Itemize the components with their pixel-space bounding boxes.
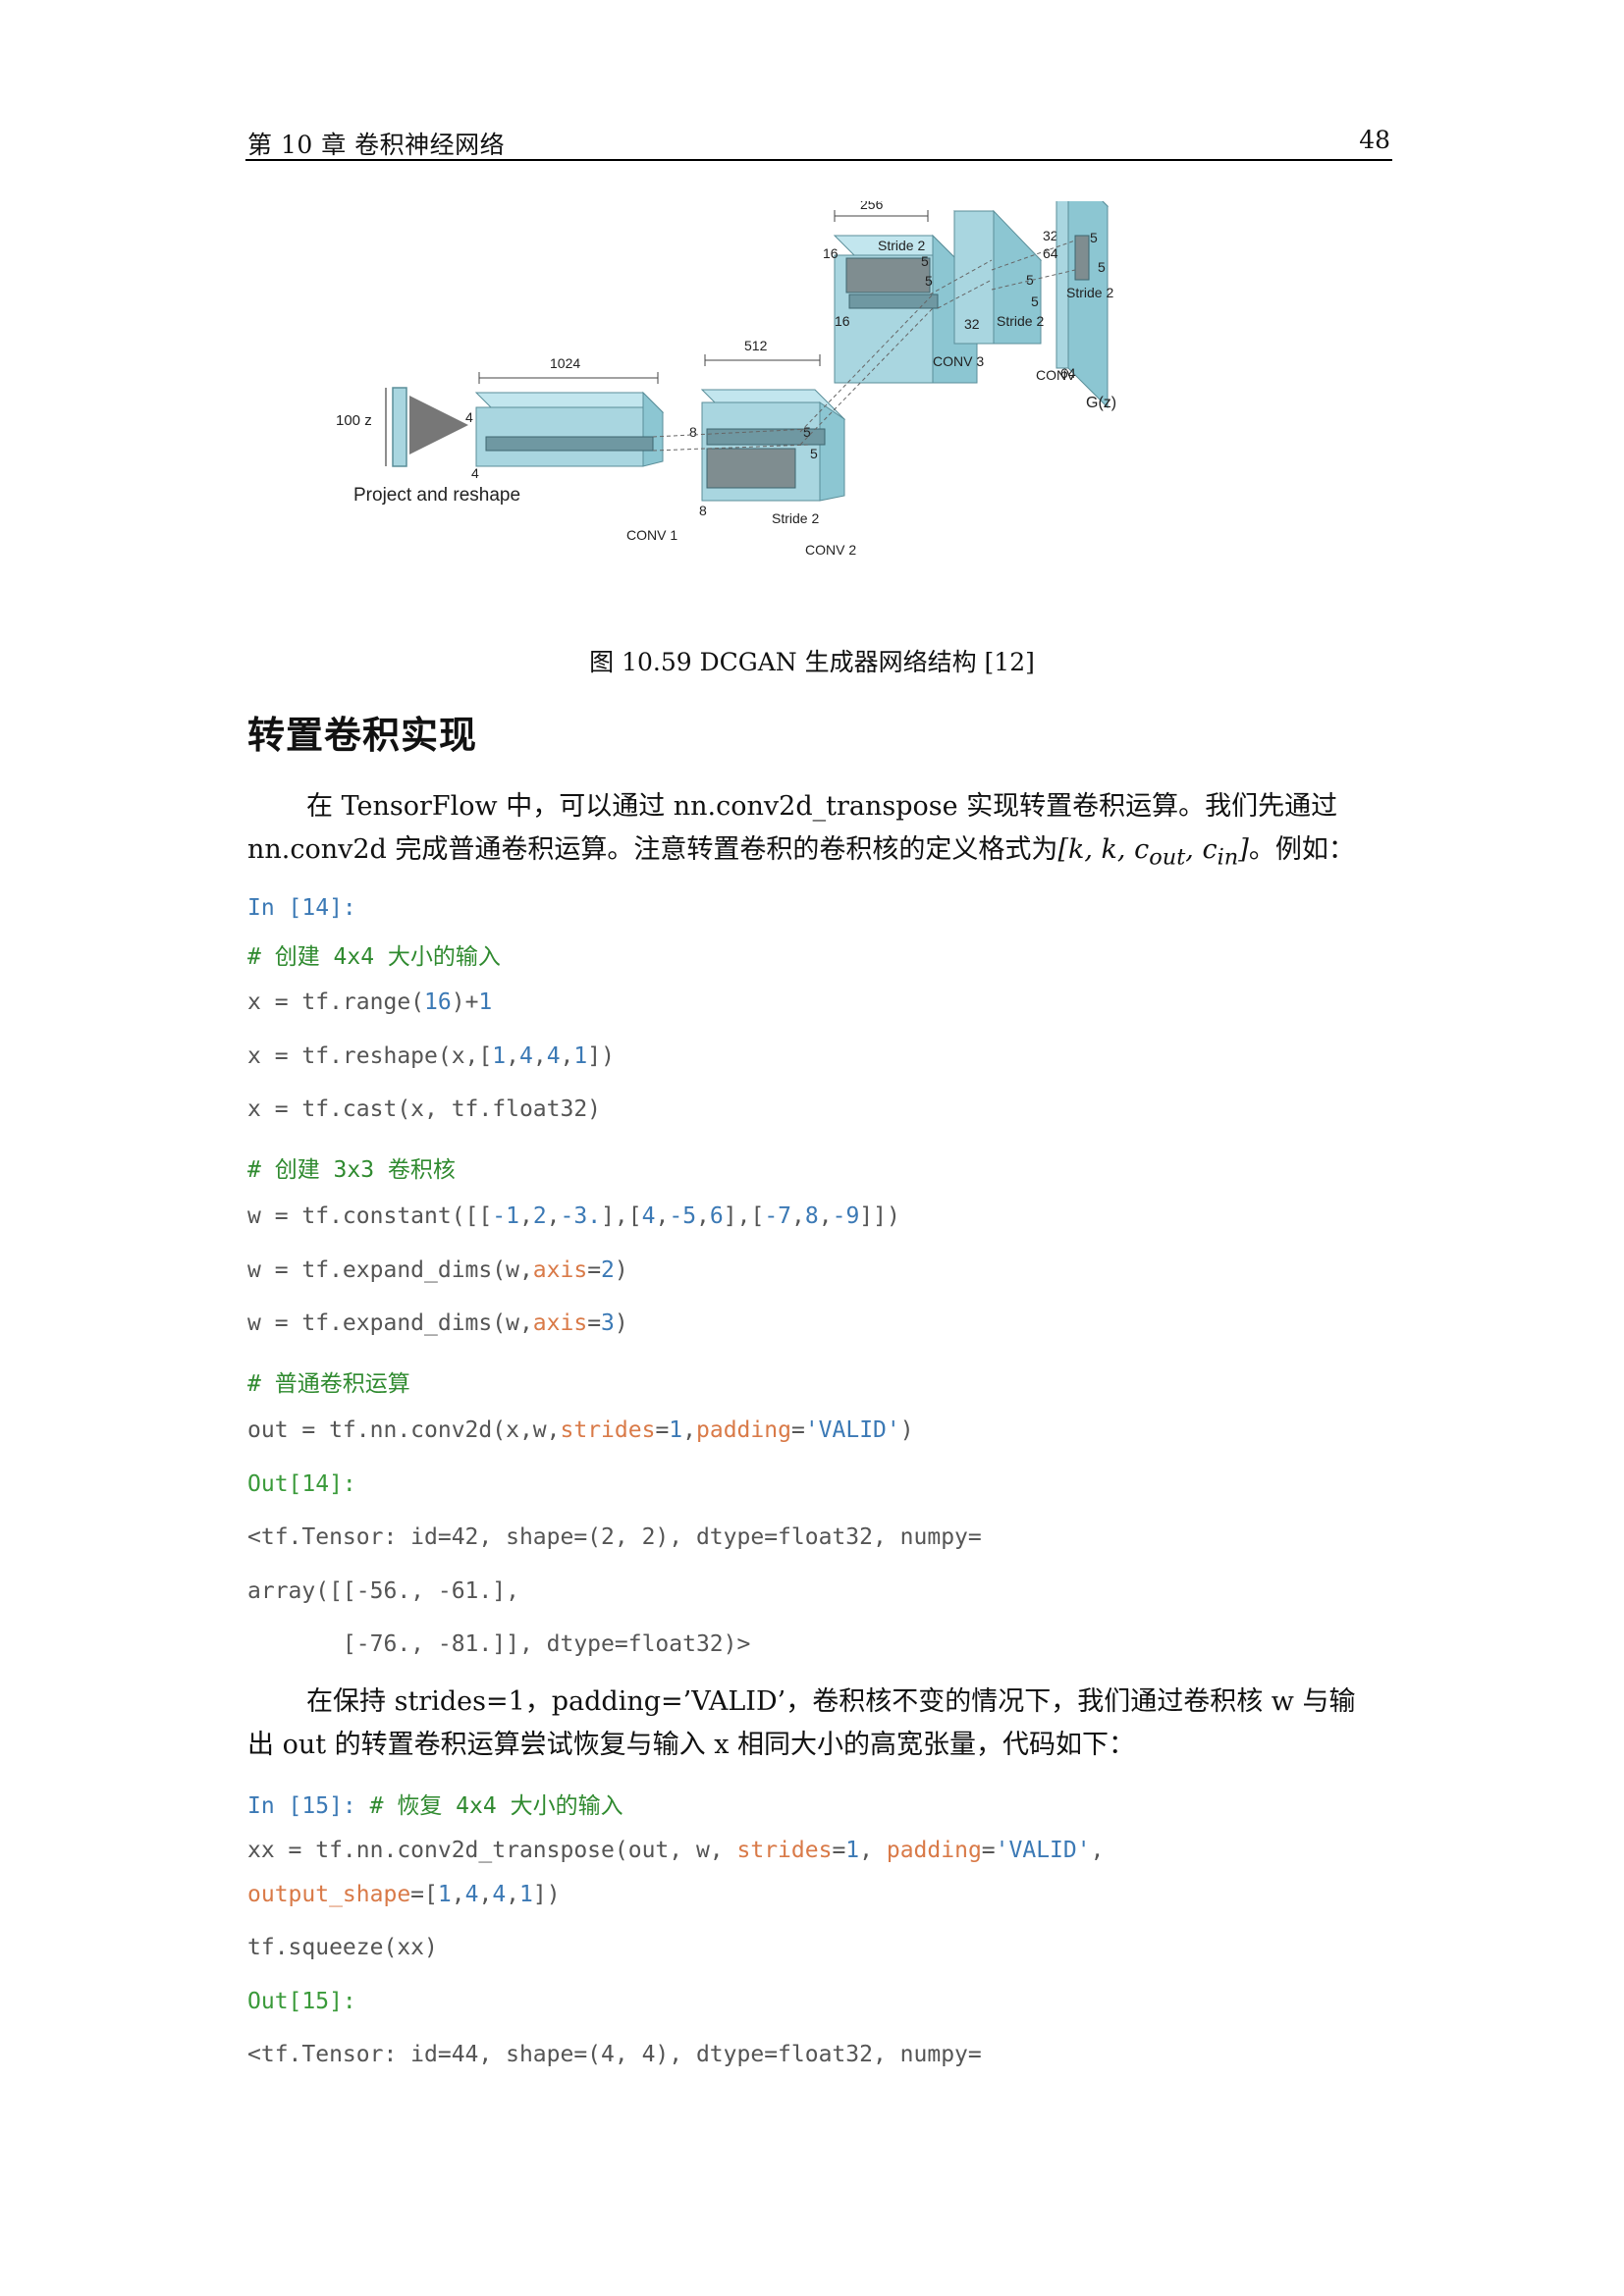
code1-line1: x = tf.range(16)+1: [247, 989, 493, 1015]
code1-out2: array([[-56., -61.],: [247, 1578, 519, 1604]
svg-text:5: 5: [810, 446, 818, 461]
svg-text:4: 4: [471, 465, 479, 481]
code2-out-prompt: Out[15]:: [247, 1989, 356, 2014]
page-header: 第 10 章 卷积神经网络 48: [245, 126, 1392, 159]
code1-comment2: # 创建 3x3 卷积核: [247, 1157, 456, 1183]
code1-line5: w = tf.expand_dims(w,axis=2): [247, 1257, 628, 1283]
page: 第 10 章 卷积神经网络 48 100 z Project and resha…: [0, 0, 1624, 2296]
figure-caption: 图 10.59 DCGAN 生成器网络结构 [12]: [589, 648, 1035, 676]
project-label: Project and reshape: [353, 485, 520, 506]
code1-out-prompt: Out[14]:: [247, 1471, 356, 1497]
code1-comment1: # 创建 4x4 大小的输入: [247, 944, 501, 970]
conv3-label: CONV 3: [933, 353, 984, 369]
code1-line7: out = tf.nn.conv2d(x,w,strides=1,padding…: [247, 1417, 914, 1443]
svg-text:4: 4: [465, 409, 473, 425]
svg-text:16: 16: [835, 313, 850, 329]
chapter-title: 第 10 章 卷积神经网络: [247, 131, 506, 159]
svg-text:5: 5: [921, 253, 929, 269]
code2-line3: tf.squeeze(xx): [247, 1935, 438, 1960]
code2-line2: output_shape=[1,4,4,1]): [247, 1882, 561, 1907]
code1-comment3: # 普通卷积运算: [247, 1371, 410, 1397]
conv2-label: CONV 2: [805, 542, 856, 558]
conv1-block: [474, 391, 665, 467]
svg-text:Stride 2: Stride 2: [997, 313, 1044, 329]
svg-text:64: 64: [1043, 245, 1058, 261]
svg-text:Stride 2: Stride 2: [1066, 285, 1113, 300]
code1-out1: <tf.Tensor: id=42, shape=(2, 2), dtype=f…: [247, 1524, 982, 1550]
para2-line1: 在保持 strides=1，padding=’VALID’，卷积核不变的情况下，…: [306, 1686, 1356, 1717]
svg-text:512: 512: [744, 338, 768, 353]
dcgan-diagram: 100 z Project and reshape 1024 4 4 CONV …: [336, 201, 1116, 558]
code1-line3: x = tf.cast(x, tf.float32): [247, 1096, 602, 1122]
svg-text:5: 5: [925, 273, 933, 289]
svg-text:8: 8: [699, 503, 707, 518]
code1-line2: x = tf.reshape(x,[1,4,4,1]): [247, 1043, 615, 1069]
para1-text-c: 。例如：: [1248, 834, 1355, 865]
svg-text:256: 256: [860, 201, 884, 212]
code1-line6: w = tf.expand_dims(w,axis=3): [247, 1310, 628, 1336]
para2-line2: 出 out 的转置卷积运算尝试恢复与输入 x 相同大小的高宽张量，代码如下：: [247, 1730, 1136, 1760]
svg-text:32: 32: [964, 316, 980, 332]
conv1-label: CONV 1: [626, 527, 677, 543]
code2-out1: <tf.Tensor: id=44, shape=(4, 4), dtype=f…: [247, 2042, 982, 2067]
code1-in-prompt: In [14]:: [247, 895, 356, 921]
para1-formula: [k, k, cout, cin]: [1057, 834, 1249, 871]
svg-text:32: 32: [1043, 228, 1058, 243]
paragraph-2: 在保持 strides=1，padding=’VALID’，卷积核不变的情况下，…: [247, 1681, 1377, 1767]
output-label: G(z): [1086, 395, 1116, 411]
svg-text:Stride 2: Stride 2: [878, 238, 925, 253]
code1-line4: w = tf.constant([[-1,2,-3.],[4,-5,6],[-7…: [247, 1203, 900, 1229]
svg-text:8: 8: [689, 424, 697, 440]
header-rule: [245, 159, 1392, 161]
code2-comment: # 恢复 4x4 大小的输入: [369, 1793, 623, 1819]
svg-text:5: 5: [1098, 259, 1106, 275]
svg-text:16: 16: [823, 245, 839, 261]
svg-text:5: 5: [1031, 294, 1039, 309]
svg-text:5: 5: [1090, 230, 1098, 245]
svg-text:64: 64: [1060, 365, 1076, 381]
z-vector: [392, 387, 407, 467]
svg-text:1024: 1024: [550, 355, 580, 371]
z-label: 100 z: [336, 412, 372, 429]
code2-header: In [15]: # 恢复 4x4 大小的输入: [247, 1787, 623, 1820]
code2-line1: xx = tf.nn.conv2d_transpose(out, w, stri…: [247, 1838, 1105, 1863]
code2-in-prompt: In [15]:: [247, 1793, 356, 1819]
para1-text-b: nn.conv2d 完成普通卷积运算。注意转置卷积的卷积核的定义格式为: [247, 834, 1058, 865]
code1-out3: [-76., -81.]], dtype=float32)>: [247, 1631, 751, 1657]
paragraph-1: 在 TensorFlow 中，可以通过 nn.conv2d_transpose …: [247, 785, 1377, 879]
page-number: 48: [1359, 126, 1390, 154]
svg-text:Stride 2: Stride 2: [772, 510, 819, 526]
section-title: 转置卷积实现: [247, 714, 478, 757]
para1-text-a: 在 TensorFlow 中，可以通过 nn.conv2d_transpose …: [306, 791, 1338, 822]
